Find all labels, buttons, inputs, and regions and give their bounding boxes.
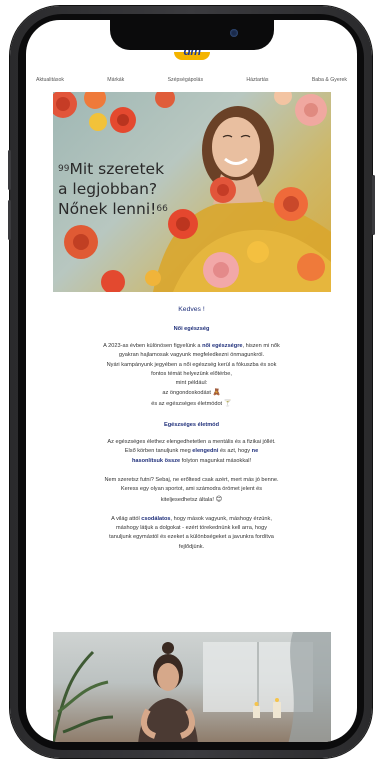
p3-line-a: Nem szeretsz futni? Sebaj, ne erőltesd c… bbox=[104, 476, 279, 483]
quote-line-1: Mit szeretek bbox=[69, 160, 165, 178]
nav-item-markak[interactable]: Márkák bbox=[107, 77, 124, 83]
text: , hiszen mi nők bbox=[242, 343, 280, 349]
quote-line-2: a legjobban? bbox=[58, 180, 158, 198]
p4-line-a: A világ attól csodálatos, hogy mások vag… bbox=[46, 515, 337, 524]
paragraph-egeszseges-eletmod: Az egészséges élethez elengedhetetlen a … bbox=[46, 438, 337, 466]
highlight-ne: ne bbox=[251, 448, 259, 455]
section-title-noi-egeszseg: Női egészség bbox=[173, 326, 210, 332]
nav-item-haztartas[interactable]: Háztartás bbox=[246, 77, 268, 83]
quote-line-3: Nőnek lenni! bbox=[58, 200, 157, 218]
top-navigation: Aktualitások Márkák Szépségápolás Háztar… bbox=[36, 77, 347, 83]
text: és azt, hogy bbox=[218, 448, 252, 455]
p2-line-c: hasonlítsuk össze folyton magunkat mások… bbox=[46, 457, 337, 466]
nav-item-szepsegapolas[interactable]: Szépségápolás bbox=[168, 77, 203, 83]
notch bbox=[110, 20, 274, 50]
text: folyton magunkat másokkal! bbox=[180, 457, 252, 464]
nav-item-aktualitasok[interactable]: Aktualitások bbox=[36, 77, 64, 83]
nav-item-baba-gyerek[interactable]: Baba & Gyerek bbox=[312, 77, 347, 83]
teddy-bear-icon: 🧸 bbox=[212, 389, 221, 397]
quote-close-mark: 66 bbox=[156, 204, 168, 214]
greeting: Kedves ! bbox=[178, 306, 205, 313]
hero-quote: 99Mit szeretek a legjobban? Nőnek lenni!… bbox=[58, 159, 188, 219]
text: , hogy mások vagyunk, máshogy érzünk, bbox=[170, 515, 272, 522]
p3-line-c: kiteljesedhetsz általa! 😊 bbox=[46, 495, 337, 505]
yoga-photo[interactable] bbox=[53, 632, 331, 742]
p4-line-b: máshogy látjuk a dolgokat - ezért töreke… bbox=[115, 525, 268, 532]
email-body: Kedves ! Női egészség A 2023-as évben kü… bbox=[46, 302, 337, 552]
p2-line-a: Az egészséges élethez elengedhetetlen a … bbox=[107, 439, 276, 446]
power-button bbox=[372, 175, 375, 235]
text: kiteljesedhetsz általa! bbox=[160, 496, 214, 503]
quote-open-mark: 99 bbox=[58, 164, 70, 174]
p1-line-a: A 2023-as évben különösen figyelünk a nő… bbox=[46, 342, 337, 351]
volume-up-button bbox=[8, 150, 11, 190]
text: az öngondoskodást bbox=[162, 390, 211, 397]
text: Első körben tanuljunk meg bbox=[124, 448, 193, 455]
p4-line-c: tanuljunk egymástól és ezeket a különbsé… bbox=[109, 534, 274, 541]
highlight-elengedni: elengedni bbox=[192, 448, 219, 455]
paragraph-sport: Nem szeretsz futni? Sebaj, ne erőltesd c… bbox=[46, 476, 337, 505]
text: A 2023-as évben különösen figyelünk a bbox=[103, 343, 203, 349]
paragraph-noi-egeszseg: A 2023-as évben különösen figyelünk a nő… bbox=[46, 342, 337, 409]
smiley-icon: 😊 bbox=[215, 495, 223, 503]
p1-line-d: fontos témát helyezünk előtérbe, bbox=[151, 370, 232, 377]
p3-line-b: Keress egy olyan sportot, ami számodra ö… bbox=[120, 486, 263, 493]
p1-line-c: Nyári kampányunk jegyében a női egészség… bbox=[106, 361, 277, 368]
hero-banner[interactable]: 99Mit szeretek a legjobban? Nőnek lenni!… bbox=[53, 92, 331, 292]
drink-icon: 🍸 bbox=[223, 399, 232, 407]
paragraph-vilag: A világ attól csodálatos, hogy mások vag… bbox=[46, 515, 337, 552]
volume-down-button bbox=[8, 200, 11, 240]
front-camera bbox=[230, 29, 238, 37]
highlight-csodalatos: csodálatos bbox=[141, 515, 171, 522]
text: A világ attól bbox=[111, 515, 142, 522]
p2-line-b: Első körben tanuljunk meg elengedni és a… bbox=[46, 447, 337, 456]
p4-line-d: fejlődjünk. bbox=[178, 543, 205, 550]
p1-line-b: gyakran hajlamosak vagyunk megfeledkezni… bbox=[118, 352, 265, 359]
highlight-hasonlitsuk: hasonlítsuk össze bbox=[131, 457, 181, 464]
yoga-illustration bbox=[53, 632, 331, 742]
p1-line-g: és az egészséges életmódot 🍸 bbox=[46, 399, 337, 409]
highlight-noi-egeszseg: női egészségre bbox=[202, 343, 243, 349]
p1-line-f: az öngondoskodást 🧸 bbox=[46, 388, 337, 398]
text: és az egészséges életmódot bbox=[151, 400, 223, 407]
section-title-egeszseges-eletmod: Egészséges életmód bbox=[163, 422, 220, 429]
p1-line-e: mint például: bbox=[175, 380, 208, 387]
phone-screen: dm Aktualitások Márkák Szépségápolás Ház… bbox=[26, 20, 357, 742]
